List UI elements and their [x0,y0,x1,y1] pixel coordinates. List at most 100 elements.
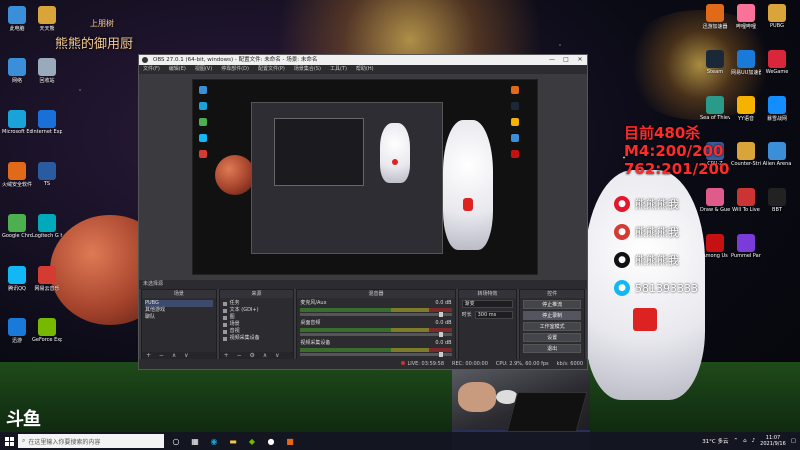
desktop-icon[interactable]: PUBG [762,4,792,29]
notification-icon[interactable]: ▢ [791,438,796,444]
live-dot-icon [401,361,406,365]
obs-taskbar-icon[interactable]: ● [264,434,278,448]
transition-duration-input[interactable]: 300 ms [474,311,514,319]
source-item[interactable]: 视频采集设备 [222,335,291,342]
desktop-icon[interactable]: 此电脑 [2,6,32,32]
volume-slider[interactable] [300,332,452,337]
desktop-icon[interactable]: 暴雪战网 [762,96,792,122]
obs-title-bar[interactable]: OBS 27.0.1 (64-bit, windows) - 配置文件: 未命名… [139,55,587,65]
obs-menu-item[interactable]: 停靠部件(D) [221,65,249,74]
app-icon [8,318,26,336]
desktop-icon[interactable]: Pummel Party [731,234,761,259]
obs-preview-canvas[interactable] [192,79,538,275]
transition-type-select[interactable]: 渐变 [461,300,514,308]
obs-menu-item[interactable]: 文件(F) [143,65,160,74]
start-button[interactable] [0,432,18,450]
scene-item[interactable]: 聊队 [145,314,213,321]
desktop-icon[interactable]: Alien Arena [762,142,792,167]
desktop-icon[interactable]: Counter-Strike [731,142,761,167]
desktop-icon[interactable]: GeForce Experience [32,318,62,343]
desktop-icon[interactable]: Steam [700,50,730,75]
source-item[interactable]: 图 [222,314,291,321]
obs-control-button[interactable]: 停止推流 [523,300,582,309]
sources-dock: 来源 任务 文本 (GDI+) 图场景 音视 视频采集设备 + − ⚙ ∧ ∨ [218,289,295,361]
desktop-icon-label: Sea of Thieves [700,115,730,121]
desktop-icon[interactable]: Microsoft Edge [2,110,32,135]
obs-control-button[interactable]: 设置 [523,333,582,342]
mixer-list: 麦克风/Aux 0.0 dB 桌面音频 0.0 dB 视频采集设备 0.0 dB [297,298,454,360]
desktop-icon-label: BBT [772,207,782,213]
desktop-icon-label: 天天熊 [39,26,55,32]
close-icon[interactable]: ✕ [573,55,587,65]
volume-slider-knob[interactable] [439,352,444,357]
source-item[interactable]: 场景 [222,321,291,328]
obs-menu-item[interactable]: 配置文件(P) [258,65,285,74]
desktop-icon[interactable]: 迅游加速器 [700,4,730,30]
network-icon[interactable]: ⌂ [743,438,747,444]
volume-slider-knob[interactable] [439,312,444,317]
desktop-icon[interactable]: WeGame [762,50,792,75]
minimize-icon[interactable]: — [545,55,559,65]
app-icon [38,110,56,128]
obs-menu-item[interactable]: 场景集合(S) [294,65,321,74]
desktop-icon[interactable]: 天天熊 [32,6,62,32]
obs-window[interactable]: OBS 27.0.1 (64-bit, windows) - 配置文件: 未命名… [138,54,588,370]
weather-text[interactable]: 31°C 多云 [702,437,728,445]
mixer-dock: 混音器 麦克风/Aux 0.0 dB 桌面音频 0.0 dB 视频采集设备 0.0 dB [296,289,456,361]
desktop-icon[interactable]: TS [32,162,62,187]
taskview-grid-icon[interactable]: ▦ [188,434,202,448]
desktop-icon[interactable]: Will To Live [731,188,761,213]
maximize-icon[interactable]: □ [559,55,573,65]
chevron-up-icon[interactable]: ⌃ [734,438,739,444]
desktop-icon[interactable]: 火绒安全软件 [2,162,32,188]
taskbar-search[interactable]: ⌕ 在这里输入你要搜索的内容 [18,434,164,448]
desktop-icon[interactable]: Logitech G HUB [32,214,62,239]
mixer-channel-header: 麦克风/Aux 0.0 dB [300,300,451,307]
desktop-icon[interactable]: Draw & Guess [700,188,730,213]
source-type-icon [222,315,227,320]
scene-item[interactable]: 其他游戏 [145,307,213,314]
desktop-icon[interactable]: 网络 [2,58,32,84]
desktop-icon[interactable]: 哔哩哔哩 [731,4,761,30]
desktop-icon[interactable]: Internet Explorer [32,110,62,135]
app-taskbar-icon[interactable]: ■ [283,434,297,448]
desktop-icon[interactable]: Sea of Thieves [700,96,730,121]
app-icon [8,110,26,128]
desktop-icon[interactable]: BBT [762,188,792,213]
desktop-icon-label: Steam [706,69,724,75]
volume-slider-knob[interactable] [439,332,444,337]
task-view-icon[interactable]: ○ [169,434,183,448]
obs-menu-item[interactable]: 编辑(E) [169,65,186,74]
desktop-icon[interactable]: 网易UU加速器 [731,50,761,76]
transitions-dock-header: 转场特效 [458,290,517,298]
source-item[interactable]: 音视 [222,328,291,335]
desktop-icon-label: 网络 [11,78,22,84]
source-item[interactable]: 文本 (GDI+) [222,307,291,314]
scene-item[interactable]: PUBG [145,300,213,307]
geforce-taskbar-icon[interactable]: ◆ [245,434,259,448]
volume-meter [300,328,452,332]
volume-slider[interactable] [300,312,452,317]
volume-slider[interactable] [300,352,452,357]
obs-menu-item[interactable]: 视图(V) [195,65,212,74]
desktop-icon[interactable]: 迅游 [2,318,32,344]
search-icon: ⌕ [22,437,26,444]
obs-control-button[interactable]: 退出 [523,344,582,353]
taskbar-clock[interactable]: 11:07 2021/9/16 [760,435,786,447]
volume-icon[interactable]: ♪ [752,438,756,444]
volume-meter [300,308,452,312]
desktop-icon[interactable]: YY语音 [731,96,761,122]
obs-menu-item[interactable]: 工具(T) [330,65,347,74]
desktop-icon[interactable]: Google Chrome [2,214,32,239]
obs-control-button[interactable]: 工作室模式 [523,322,582,331]
explorer-taskbar-icon[interactable]: ▬ [226,434,240,448]
desktop-icon[interactable]: 回收站 [32,58,62,84]
desktop-icon[interactable]: 腾讯QQ [2,266,32,292]
mixer-dock-header: 混音器 [297,290,455,298]
obs-docks: 场景 PUBG 其他游戏 聊队 + − ∧ ∨ 来源 任务 文本 (GDI+) 图场景音… [139,289,587,361]
obs-menu-item[interactable]: 帮助(H) [356,65,374,74]
source-item[interactable]: 任务 [222,300,291,307]
obs-control-button[interactable]: 停止录制 [523,311,582,320]
edge-taskbar-icon[interactable]: ◉ [207,434,221,448]
desktop-icon[interactable]: 网易云音乐 [32,266,62,292]
